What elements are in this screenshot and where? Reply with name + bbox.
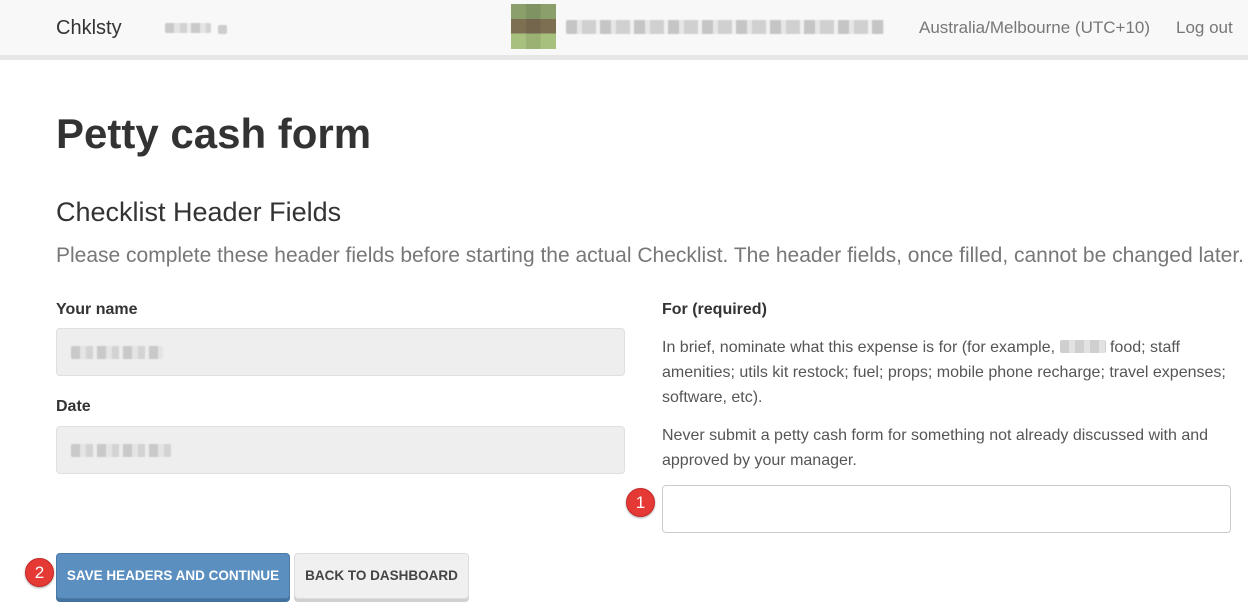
- for-help-text-1-start: In brief, nominate what this expense is …: [662, 339, 1060, 356]
- step-marker-2: 2: [25, 558, 54, 587]
- date-field: [56, 426, 625, 474]
- step-marker-1: 1: [626, 488, 655, 517]
- section-description: Please complete these header fields befo…: [56, 244, 1245, 267]
- redacted-org-name: [165, 23, 211, 33]
- timezone-label: Australia/Melbourne (UTC+10): [919, 18, 1151, 37]
- avatar: [511, 4, 556, 49]
- navbar: Chklsty Australia/Melbourne (UTC+10) Log…: [0, 0, 1248, 60]
- save-headers-button[interactable]: SAVE HEADERS AND CONTINUE: [56, 553, 290, 599]
- back-to-dashboard-button[interactable]: BACK TO DASHBOARD: [294, 553, 469, 599]
- redacted-date-value: [71, 444, 171, 457]
- for-label: For (required): [662, 301, 767, 318]
- section-title: Checklist Header Fields: [56, 197, 342, 227]
- your-name-field: [56, 328, 625, 376]
- for-help-text-1: In brief, nominate what this expense is …: [662, 335, 1230, 410]
- for-help-text-2: Never submit a petty cash form for somet…: [662, 427, 1209, 469]
- logout-link[interactable]: Log out: [1176, 18, 1233, 38]
- redacted-name-value: [71, 346, 163, 359]
- redacted-org-name-suffix: [218, 25, 227, 34]
- redacted-user-email: [566, 20, 884, 34]
- your-name-label: Your name: [56, 301, 138, 318]
- brand-link[interactable]: Chklsty: [56, 17, 122, 40]
- page-title: Petty cash form: [56, 110, 372, 157]
- for-input[interactable]: [662, 485, 1231, 533]
- redacted-example: [1059, 340, 1106, 353]
- date-label: Date: [56, 398, 91, 415]
